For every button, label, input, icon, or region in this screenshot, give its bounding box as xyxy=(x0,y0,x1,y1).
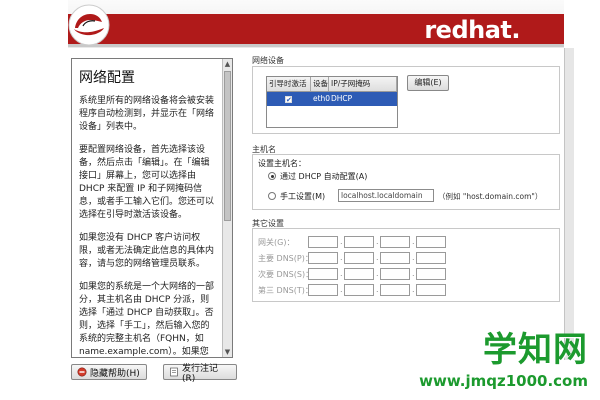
scroll-up-icon[interactable]: ▲ xyxy=(223,59,232,69)
hostname-manual-label[interactable]: 手工设置(M) xyxy=(280,191,325,202)
help-scrollbar[interactable]: ▲ ▼ xyxy=(222,59,232,357)
table-row[interactable]: ✔ eth0 DHCP xyxy=(267,92,397,106)
dns-secondary-octet-2[interactable] xyxy=(344,268,374,280)
help-paragraph: 系统里所有的网络设备将会被安装程序自动检测到，并显示在「网络设备」列表中。 xyxy=(79,96,215,132)
help-paragraph: 要配置网络设备，首先选择该设备，然后点击「编辑」。在「编辑接口」屏幕上，您可以选… xyxy=(79,145,215,220)
ip-separator: . xyxy=(340,269,343,278)
gateway-octet-1[interactable] xyxy=(308,236,338,248)
dns-primary-label: 主要 DNS(P)： xyxy=(258,254,313,263)
dns-primary-octet-1[interactable] xyxy=(308,252,338,264)
scroll-down-icon[interactable]: ▼ xyxy=(223,347,232,357)
help-icon xyxy=(77,367,87,377)
watermark: 学知网 www.jmqz1000.com xyxy=(419,316,600,400)
help-title: 网络配置 xyxy=(79,70,135,86)
ip-separator: . xyxy=(340,285,343,294)
edit-button[interactable]: 编辑(E) xyxy=(407,75,449,91)
dns-secondary-label: 次要 DNS(S)： xyxy=(258,270,314,279)
onboot-cell[interactable]: ✔ xyxy=(267,92,311,106)
hostname-input[interactable]: localhost.localdomain xyxy=(338,189,434,202)
ip-separator: . xyxy=(340,253,343,262)
ip-separator: . xyxy=(412,285,415,294)
help-content: 网络配置 系统里所有的网络设备将会被安装程序自动检测到，并显示在「网络设备」列表… xyxy=(72,59,222,357)
hostname-dhcp-label[interactable]: 通过 DHCP 自动配置(A) xyxy=(280,171,367,182)
dns-tertiary-octet-3[interactable] xyxy=(380,284,410,296)
ip-separator: . xyxy=(376,253,379,262)
help-paragraph: 如果您没有 DHCP 客户访问权限，或者无法确定此信息的具体内容，请与您的网络管… xyxy=(79,233,215,269)
column-header-onboot[interactable]: 引导时激活 xyxy=(267,77,311,91)
dns-tertiary-octet-2[interactable] xyxy=(344,284,374,296)
hide-help-button[interactable]: 隐藏帮助(H) xyxy=(71,364,147,380)
dns-secondary-octet-1[interactable] xyxy=(308,268,338,280)
ip-separator: . xyxy=(340,237,343,246)
hide-help-label: 隐藏帮助(H) xyxy=(90,368,140,379)
dns-tertiary-octet-4[interactable] xyxy=(416,284,446,296)
ip-separator: . xyxy=(376,285,379,294)
dns-secondary-octet-4[interactable] xyxy=(416,268,446,280)
column-header-device[interactable]: 设备 xyxy=(311,77,329,91)
gateway-octet-4[interactable] xyxy=(416,236,446,248)
gateway-label: 网关(G)： xyxy=(258,238,295,247)
help-scroll-thumb[interactable] xyxy=(224,71,231,221)
help-paragraph: 如果您的系统是一个大网络的一部分，其主机名由 DHCP 分派，则选择「通过 DH… xyxy=(79,282,215,357)
release-notes-button[interactable]: 发行注记(R) xyxy=(163,364,237,384)
network-devices-title: 网络设备 xyxy=(252,56,284,65)
ip-separator: . xyxy=(376,269,379,278)
dns-secondary-octet-3[interactable] xyxy=(380,268,410,280)
set-hostname-label: 设置主机名： xyxy=(258,159,306,168)
device-table[interactable]: 引导时激活 设备 IP/子网掩码 ✔ eth0 DHCP xyxy=(266,76,398,128)
help-panel: 网络配置 系统里所有的网络设备将会被安装程序自动检测到，并显示在「网络设备」列表… xyxy=(71,58,233,358)
window-scrollbar[interactable] xyxy=(564,48,574,360)
column-header-ip[interactable]: IP/子网掩码 xyxy=(329,77,397,91)
hostname-dhcp-radio[interactable] xyxy=(268,172,276,180)
device-cell: eth0 xyxy=(313,94,331,103)
brand-wordmark: redhat. xyxy=(424,16,520,44)
watermark-title: 学知网 xyxy=(483,330,588,370)
dns-primary-octet-4[interactable] xyxy=(416,252,446,264)
onboot-checkbox[interactable]: ✔ xyxy=(285,95,292,103)
gateway-octet-3[interactable] xyxy=(380,236,410,248)
hostname-example-hint: （例如 "host.domain.com"） xyxy=(438,192,543,201)
device-table-header: 引导时激活 设备 IP/子网掩码 xyxy=(267,77,397,92)
app-header: redhat. xyxy=(68,0,564,48)
ip-separator: . xyxy=(412,253,415,262)
release-notes-label: 发行注记(R) xyxy=(181,363,218,384)
ip-cell: DHCP xyxy=(331,94,353,103)
watermark-url: www.jmqz1000.com xyxy=(419,372,588,390)
header-bar-shadow xyxy=(68,44,564,47)
dns-primary-octet-3[interactable] xyxy=(380,252,410,264)
redhat-logo-icon xyxy=(68,4,110,46)
dns-tertiary-label: 第三 DNS(T)： xyxy=(258,286,313,295)
dns-tertiary-octet-1[interactable] xyxy=(308,284,338,296)
hostname-manual-radio[interactable] xyxy=(268,192,276,200)
gateway-octet-2[interactable] xyxy=(344,236,374,248)
dns-primary-octet-2[interactable] xyxy=(344,252,374,264)
ip-separator: . xyxy=(412,269,415,278)
notes-icon xyxy=(170,367,178,377)
ip-separator: . xyxy=(376,237,379,246)
ip-separator: . xyxy=(412,237,415,246)
